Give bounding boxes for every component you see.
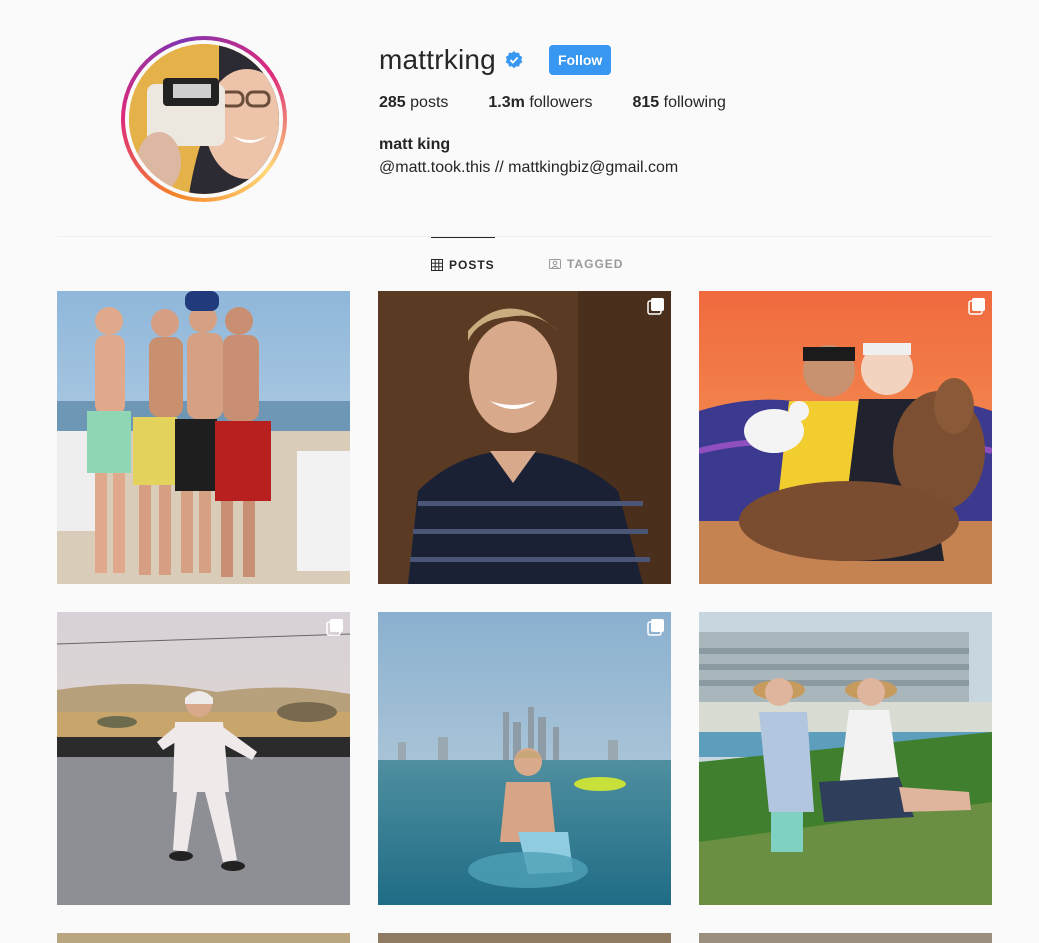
- followers-label: followers: [529, 94, 593, 111]
- post-photo: [57, 933, 350, 943]
- post-photo: [57, 291, 350, 584]
- username: mattrking: [379, 44, 496, 75]
- grid-icon: [431, 259, 443, 271]
- post-photo: [378, 612, 671, 905]
- multiple-posts-icon: [968, 298, 985, 315]
- post-tile[interactable]: [57, 612, 350, 905]
- bio: @matt.took.this // mattkingbiz@gmail.com: [379, 159, 679, 176]
- posts-count: 285: [379, 94, 406, 111]
- full-name: matt king: [379, 136, 451, 153]
- post-photo: [699, 612, 992, 905]
- tab-posts-label: POSTS: [449, 258, 495, 272]
- post-tile[interactable]: [378, 612, 671, 905]
- verified-badge-icon: [505, 51, 523, 69]
- multiple-posts-icon: [647, 619, 664, 636]
- post-tile[interactable]: [57, 933, 350, 943]
- following-count: 815: [632, 94, 660, 111]
- profile-tabs: POSTS TAGGED: [0, 237, 1039, 291]
- tab-posts[interactable]: POSTS: [431, 237, 495, 292]
- posts-stat: 285 posts: [379, 94, 448, 112]
- follow-button[interactable]: Follow: [548, 45, 612, 75]
- post-photo: [699, 933, 992, 943]
- post-photo: [378, 933, 671, 943]
- tab-tagged[interactable]: TAGGED: [549, 237, 623, 291]
- tagged-icon: [549, 259, 561, 269]
- post-photo: [699, 291, 992, 584]
- post-tile[interactable]: [699, 612, 992, 905]
- followers-count: 1.3m: [488, 94, 525, 111]
- posts-label: posts: [410, 94, 449, 111]
- profile-header: mattrking Follow 285 posts 1.3m follower…: [0, 0, 1039, 230]
- tab-tagged-label: TAGGED: [567, 257, 624, 271]
- post-tile[interactable]: [699, 933, 992, 943]
- following-label: following: [663, 94, 726, 111]
- profile-stats: 285 posts 1.3m followers 815 following: [379, 94, 766, 112]
- post-tile[interactable]: [378, 291, 671, 584]
- post-tile[interactable]: [699, 291, 992, 584]
- post-photo: [378, 291, 671, 584]
- post-tile[interactable]: [57, 291, 350, 584]
- post-tile[interactable]: [378, 933, 671, 943]
- multiple-posts-icon: [647, 298, 664, 315]
- followers-stat[interactable]: 1.3m followers: [488, 94, 592, 112]
- multiple-posts-icon: [326, 619, 343, 636]
- post-photo: [57, 612, 350, 905]
- avatar[interactable]: [129, 44, 279, 194]
- story-ring[interactable]: [121, 36, 287, 202]
- following-stat[interactable]: 815 following: [632, 94, 725, 112]
